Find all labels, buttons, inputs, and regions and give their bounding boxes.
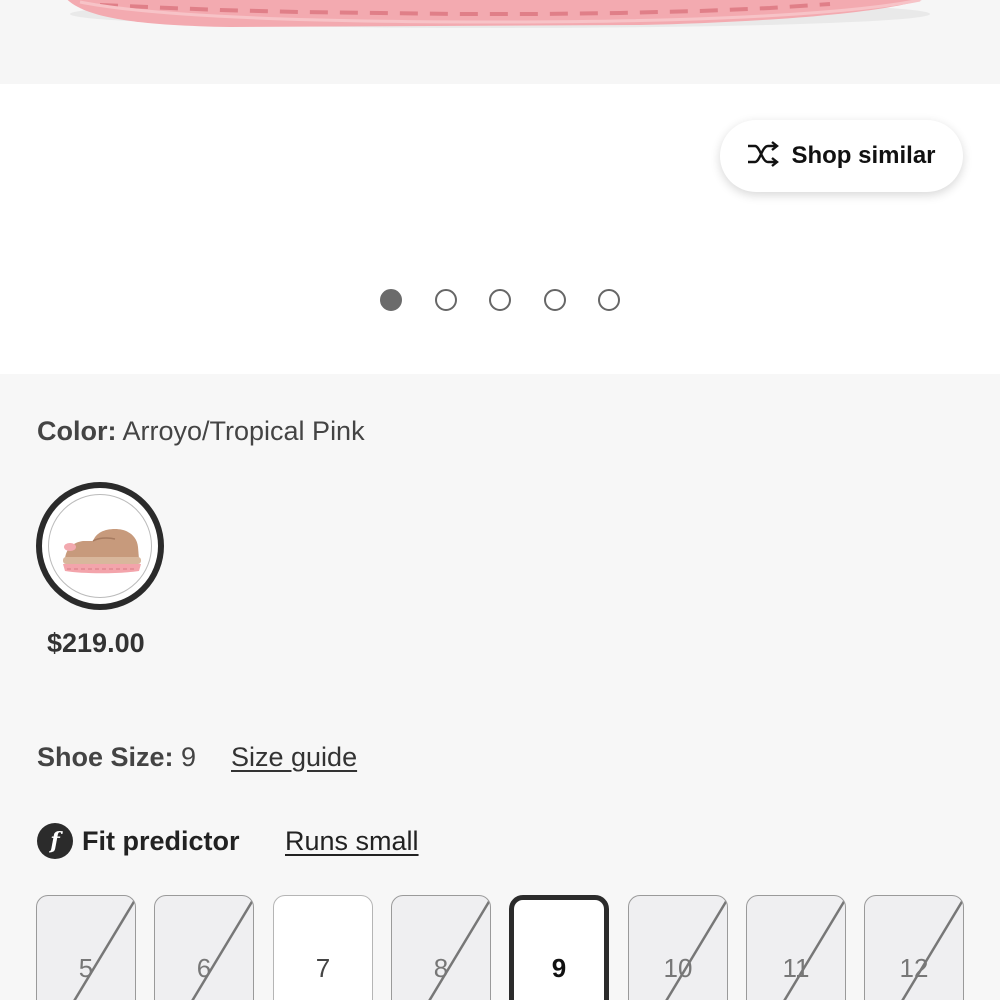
swatch-price: $219.00 [47,628,145,658]
carousel-dot-3[interactable] [489,289,511,311]
carousel-dots [0,289,1000,313]
swatch-thumbnail [48,494,152,598]
shuffle-icon [747,140,780,172]
shoe-sole-image [67,0,930,28]
size-option-label: 6 [196,953,212,983]
fit-predictor: f Fit predictor [37,821,240,861]
size-option-label: 9 [551,953,567,983]
size-option-8[interactable]: 8 [391,895,491,1000]
fit-result-link[interactable]: Runs small [285,826,419,857]
shop-similar-button[interactable]: Shop similar [720,120,963,192]
product-image-gallery[interactable]: Shop similar [0,0,1000,374]
product-options: Color: Arroyo/Tropical Pink $219.00 Shoe… [0,374,1000,1000]
size-option-7[interactable]: 7 [273,895,373,1000]
size-row: Shoe Size: 9 [37,742,196,773]
size-value: 9 [181,742,197,772]
carousel-dot-2[interactable] [435,289,457,311]
carousel-dot-1[interactable] [380,289,402,311]
size-option-6[interactable]: 6 [154,895,254,1000]
size-guide-link[interactable]: Size guide [231,742,357,773]
size-option-label: 11 [782,953,810,983]
shoe-thumbnail-image [63,529,141,574]
size-option-5[interactable]: 5 [36,895,136,1000]
size-option-label: 10 [663,953,693,983]
carousel-dot-4[interactable] [544,289,566,311]
size-option-9[interactable]: 9 [509,895,609,1000]
unavailable-slash-icon [783,899,845,1000]
unavailable-slash-icon [73,899,135,1000]
size-option-10[interactable]: 10 [628,895,728,1000]
unavailable-slash-icon [665,899,727,1000]
size-option-11[interactable]: 11 [746,895,846,1000]
fit-predictor-icon: f [37,823,73,859]
color-value: Arroyo/Tropical Pink [122,416,365,446]
size-option-label: 8 [433,953,449,983]
unavailable-slash-icon [901,899,963,1000]
size-option-label: 12 [899,953,929,983]
size-option-label: 7 [315,953,331,983]
product-image[interactable] [0,0,1000,84]
size-selector: 5 6 7 8 9 10 11 12 [0,895,1000,1000]
fit-predictor-label: Fit predictor [82,825,240,856]
unavailable-slash-icon [191,899,253,1000]
color-row: Color: Arroyo/Tropical Pink [37,416,365,447]
color-swatch-selected[interactable] [36,482,164,610]
color-label: Color: [37,416,117,446]
size-option-label: 5 [78,953,94,983]
size-option-12[interactable]: 12 [864,895,964,1000]
carousel-dot-5[interactable] [598,289,620,311]
size-label: Shoe Size: [37,742,174,772]
shop-similar-label: Shop similar [791,142,936,169]
unavailable-slash-icon [428,899,490,1000]
